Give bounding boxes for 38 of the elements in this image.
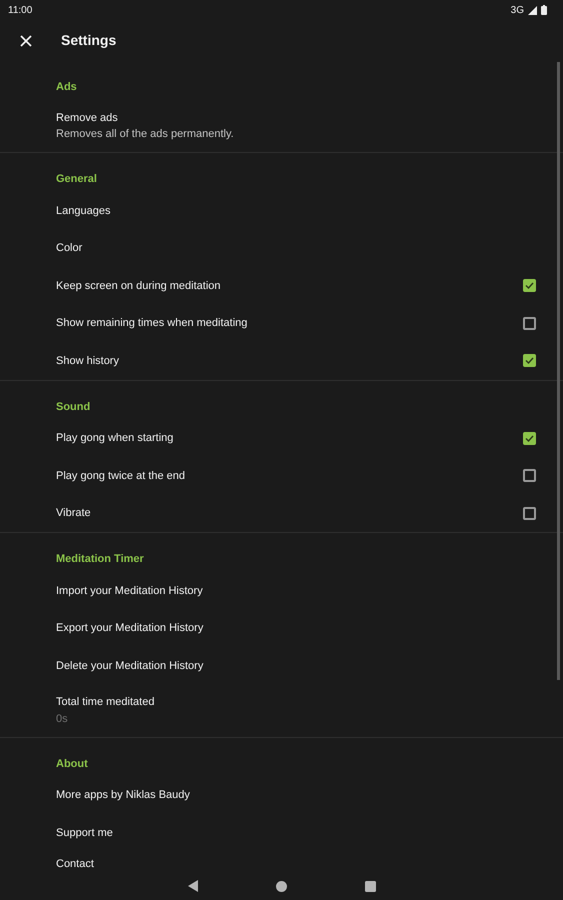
- setting-item[interactable]: More apps by Niklas Baudy: [56, 787, 190, 804]
- setting-summary: 0s: [56, 712, 69, 726]
- checkbox[interactable]: [523, 506, 536, 520]
- back-icon[interactable]: [188, 880, 198, 892]
- setting-item[interactable]: Contact: [56, 856, 94, 872]
- close-button[interactable]: [19, 34, 33, 48]
- setting-summary: Removes all of the ads permanently.: [56, 127, 234, 142]
- setting-label: Keep screen on during meditation: [56, 278, 220, 294]
- section-header: General: [56, 172, 97, 187]
- setting-item[interactable]: Import your Meditation History: [56, 582, 203, 599]
- section-header: Sound: [56, 400, 90, 414]
- setting-item[interactable]: Total time meditated: [56, 694, 154, 710]
- setting-item[interactable]: Languages: [56, 202, 110, 219]
- recents-icon[interactable]: [364, 880, 376, 892]
- section-header: Meditation Timer: [56, 552, 144, 567]
- setting-item[interactable]: Remove ads: [56, 110, 234, 126]
- setting-label: Show history: [56, 354, 119, 368]
- network-type: 3G: [510, 4, 524, 18]
- section-header: About: [56, 756, 88, 772]
- checkbox[interactable]: [523, 316, 536, 330]
- setting-label: Play gong when starting: [56, 431, 174, 446]
- screen-title: Settings: [61, 31, 116, 50]
- checkbox[interactable]: [523, 279, 536, 292]
- setting-item[interactable]: Support me: [56, 824, 113, 841]
- battery-icon: [541, 5, 547, 15]
- setting-label: Vibrate: [56, 506, 91, 521]
- checkbox[interactable]: [523, 469, 536, 482]
- status-time: 11:00: [8, 4, 32, 18]
- setting-item[interactable]: Export your Meditation History: [56, 620, 204, 636]
- setting-label: Play gong twice at the end: [56, 468, 186, 484]
- setting-label: Show remaining times when meditating: [56, 316, 248, 331]
- setting-item[interactable]: Color: [56, 240, 82, 256]
- setting-item[interactable]: Delete your Meditation History: [56, 658, 204, 674]
- signal-icon: [528, 6, 537, 14]
- checkbox[interactable]: [523, 354, 536, 368]
- checkbox[interactable]: [523, 432, 536, 445]
- home-icon[interactable]: [276, 880, 286, 892]
- section-header: Ads: [56, 80, 77, 95]
